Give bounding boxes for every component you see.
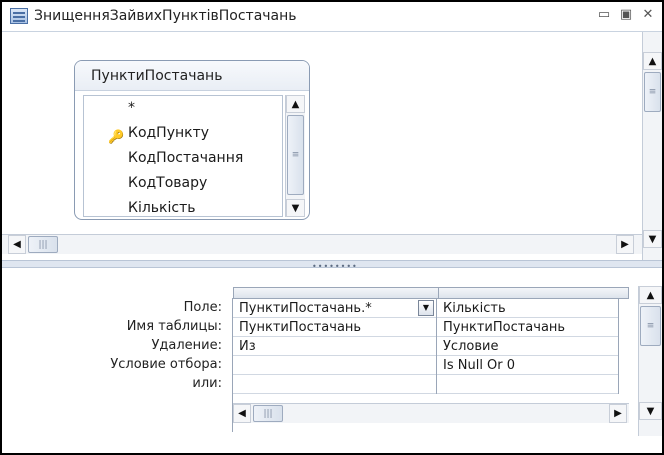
grid-row-labels: Поле: Имя таблицы: Удаление: Условие отб… [2,298,226,393]
field-list-scrollbar[interactable]: ▲ ≡ ▼ [285,95,305,217]
table-pane: ПунктиПостачань * 🔑 КодПункту КодПостачан… [2,32,662,261]
query-icon [10,8,28,24]
field-item-kodpunktu[interactable]: 🔑 КодПункту [84,121,282,146]
field-label: КодТовару [128,175,208,191]
field-label: КодПункту [128,125,210,141]
row-label-table: Имя таблицы: [126,319,222,334]
row-label-or: или: [192,376,222,391]
table-field-list[interactable]: ПунктиПостачань * 🔑 КодПункту КодПостачан… [74,60,310,220]
field-list: * 🔑 КодПункту КодПостачання КодТовару Кіл… [83,95,283,217]
grid-cell-field[interactable]: ПунктиПостачань.* ▼ [233,299,436,318]
restore-icon[interactable]: ▣ [618,7,634,23]
row-label-field: Поле: [183,300,222,315]
grid-cell-criteria[interactable]: Is Null Or 0 [437,356,618,375]
scroll-thumb[interactable]: ||| [253,405,283,422]
design-grid-pane: Поле: Имя таблицы: Удаление: Условие отб… [2,268,662,453]
scroll-up-icon[interactable]: ▲ [643,52,662,70]
table-field-list-title[interactable]: ПунктиПостачань [75,61,309,91]
scroll-up-icon[interactable]: ▲ [639,286,662,304]
grid-column-1: ПунктиПостачань.* ▼ ПунктиПостачань Из [233,299,437,394]
scroll-right-icon[interactable]: ▶ [616,235,634,254]
scroll-down-icon[interactable]: ▼ [639,402,662,420]
dropdown-icon[interactable]: ▼ [418,300,434,316]
grid-cell-delete[interactable]: Условие [437,337,618,356]
scroll-up-icon[interactable]: ▲ [286,95,305,113]
scroll-down-icon[interactable]: ▼ [643,230,662,248]
scroll-right-icon[interactable]: ▶ [609,404,627,423]
field-item-kodtovaru[interactable]: КодТовару [84,171,282,196]
scroll-thumb[interactable]: ||| [28,236,58,253]
field-label: КодПостачання [128,150,244,166]
grid-column-2: Кількість ПунктиПостачань Условие Is Nul… [437,299,619,394]
grid-cell-table[interactable]: ПунктиПостачань [233,318,436,337]
title-bar: ЗнищенняЗайвихПунктівПостачань ▭ ▣ ✕ [2,2,662,32]
scroll-left-icon[interactable]: ◀ [8,235,26,254]
query-design-window: ЗнищенняЗайвихПунктівПостачань ▭ ▣ ✕ Пун… [0,0,664,455]
field-item-all[interactable]: * [84,96,282,121]
grid-cell-or[interactable] [437,375,618,394]
scroll-thumb[interactable]: ≡ [287,115,304,195]
window-title: ЗнищенняЗайвихПунктівПостачань [34,8,297,24]
minimize-icon[interactable]: ▭ [596,7,612,23]
close-icon[interactable]: ✕ [640,7,656,23]
grid-cell-table[interactable]: ПунктиПостачань [437,318,618,337]
grid-vscroll[interactable]: ▲ ≡ ▼ [638,286,662,436]
query-design-grid: ПунктиПостачань.* ▼ ПунктиПостачань Из К… [232,287,629,432]
field-label: * [128,100,135,116]
scroll-thumb[interactable]: ≡ [640,306,661,346]
table-pane-vscroll[interactable]: ▲ ≡ ▼ [642,32,662,260]
grid-cell-or[interactable] [233,375,436,394]
field-item-kodpostachannya[interactable]: КодПостачання [84,146,282,171]
column-selector-bar[interactable] [233,287,629,299]
table-pane-hscroll[interactable]: ◀ ||| ▶ [2,234,642,254]
grid-hscroll[interactable]: ◀ ||| ▶ [233,403,629,423]
grid-cell-criteria[interactable] [233,356,436,375]
field-item-kilkist[interactable]: Кількість [84,196,282,219]
row-label-criteria: Условие отбора: [110,357,222,372]
window-buttons: ▭ ▣ ✕ [596,7,656,23]
scroll-left-icon[interactable]: ◀ [233,404,251,423]
field-label: Кількість [128,200,196,216]
scroll-down-icon[interactable]: ▼ [286,199,305,217]
row-label-delete: Удаление: [151,338,222,353]
pane-splitter[interactable]: •••••••• [2,260,662,271]
scroll-thumb[interactable]: ≡ [644,72,661,112]
grid-cell-delete[interactable]: Из [233,337,436,356]
grid-cell-value: ПунктиПостачань.* [239,301,372,316]
grid-cell-field[interactable]: Кількість [437,299,618,318]
